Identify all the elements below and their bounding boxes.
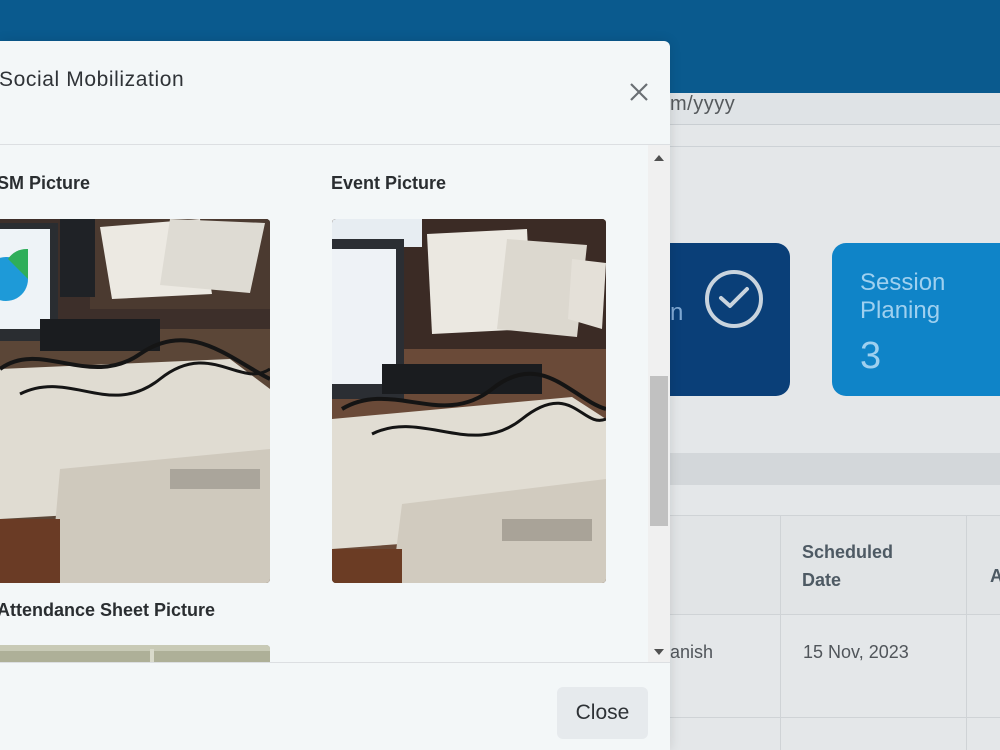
event-picture-image[interactable]: [332, 219, 606, 583]
modal-header: Social Mobilization: [0, 41, 670, 145]
column-header-next: A: [990, 566, 1000, 586]
table-header: Scheduled Date A: [640, 515, 1000, 615]
column-divider: [780, 515, 781, 750]
modal-scrollbar[interactable]: [648, 145, 670, 662]
divider: [640, 146, 1000, 147]
social-mobilization-modal: Social Mobilization SM Picture Event Pic…: [0, 41, 670, 750]
card-count: 3: [860, 335, 882, 377]
date-filter-input[interactable]: m/yyyy: [640, 93, 1000, 125]
column-header-scheduled-date: Scheduled Date: [802, 542, 894, 590]
sm-picture-label: SM Picture: [0, 173, 91, 193]
summary-card-session-planing[interactable]: Session Planing 3: [832, 243, 1000, 396]
modal-footer: Close: [0, 662, 670, 750]
section-band: [640, 453, 1000, 485]
date-placeholder: m/yyyy: [670, 93, 736, 115]
attendance-sheet-picture-image[interactable]: [0, 645, 270, 662]
attendance-sheet-picture-label: Attendance Sheet Picture: [0, 600, 216, 620]
table-cell-name: anish: [670, 642, 714, 662]
column-divider: [966, 515, 967, 750]
triangle-down-icon[interactable]: [653, 644, 665, 655]
table-cell-scheduled-date: 15 Nov, 2023: [803, 642, 909, 662]
card-label-fragment: n: [670, 299, 684, 326]
triangle-up-icon[interactable]: [653, 150, 665, 161]
close-button[interactable]: Close: [557, 687, 648, 739]
card-title: Session Planing: [860, 269, 946, 324]
modal-body[interactable]: SM Picture Event Picture Attendance Shee…: [0, 145, 670, 662]
scrollbar-thumb[interactable]: [650, 376, 668, 526]
table-row-divider: [640, 717, 1000, 718]
sm-picture-image[interactable]: [0, 219, 270, 583]
modal-title: Social Mobilization: [0, 68, 185, 91]
event-picture-label: Event Picture: [331, 173, 447, 193]
check-circle-icon: [705, 270, 763, 328]
close-icon[interactable]: [626, 79, 652, 105]
